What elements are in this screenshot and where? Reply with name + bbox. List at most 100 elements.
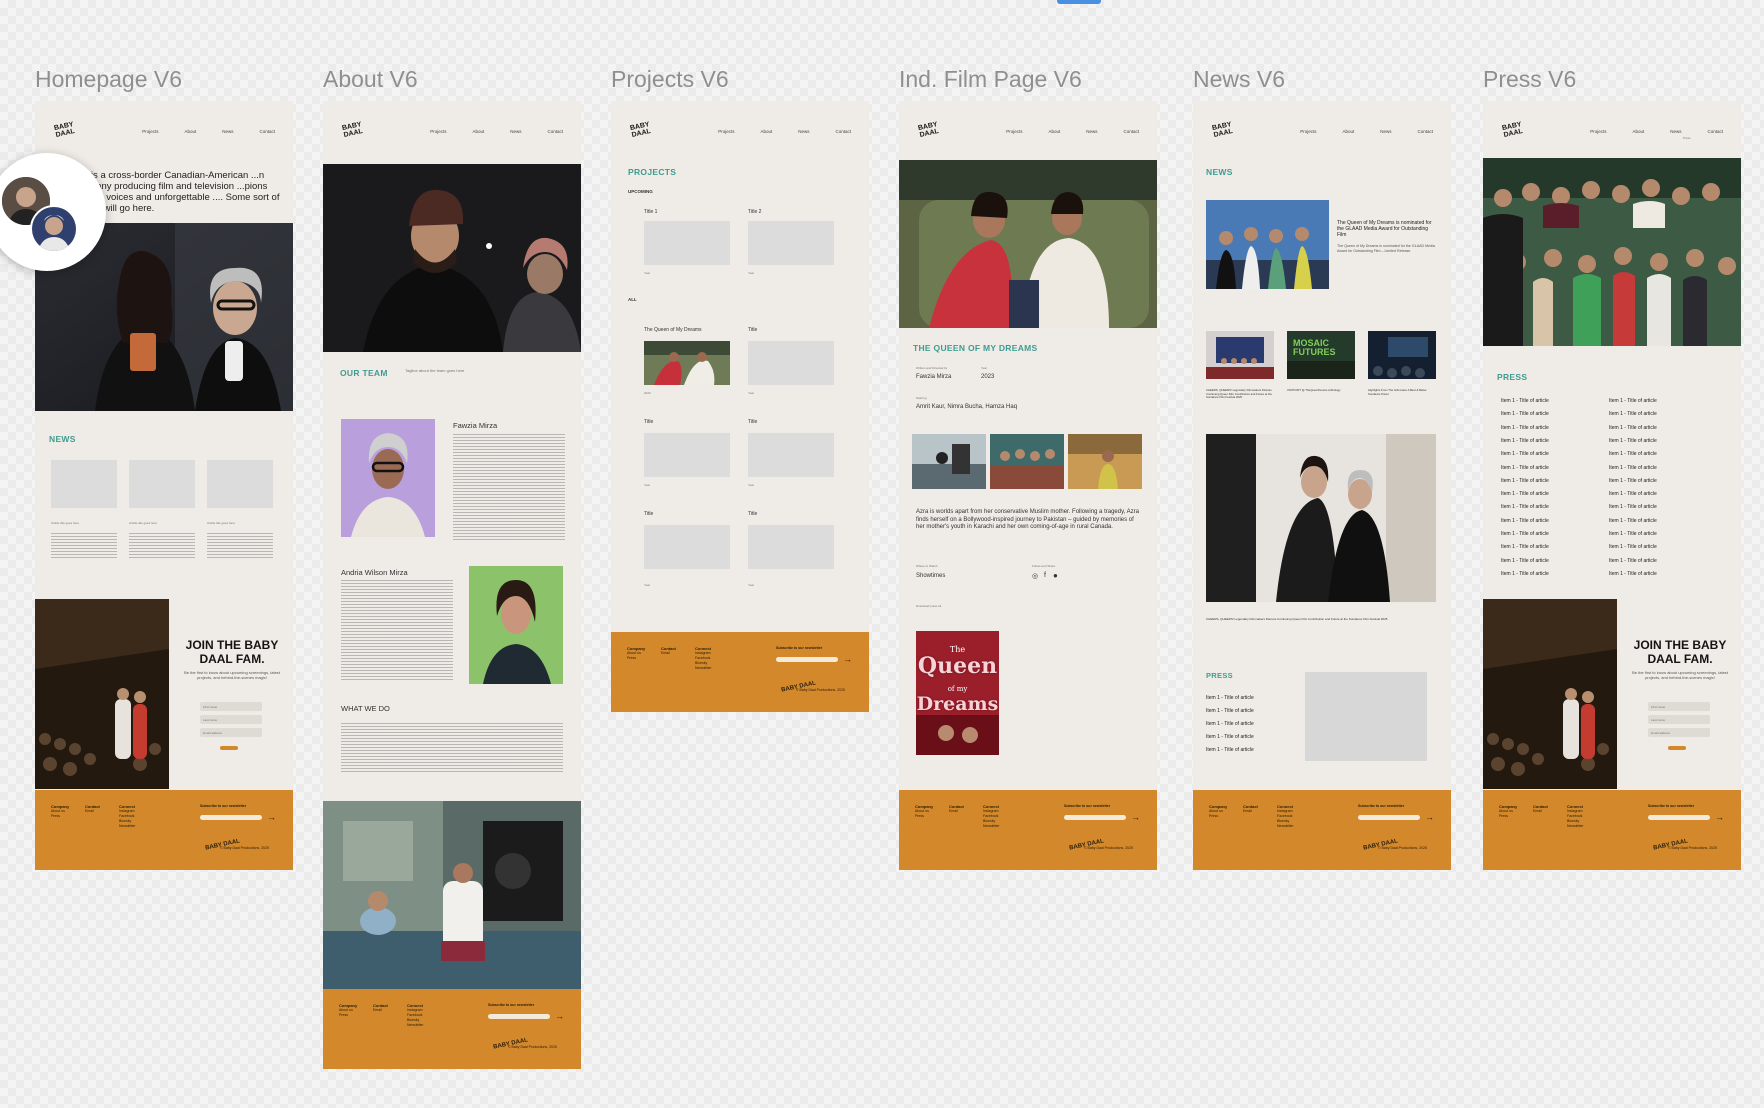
- press-article-item[interactable]: Item 1 - Title of article: [1609, 465, 1657, 471]
- brand-logo[interactable]: BABY DAAL: [629, 121, 652, 143]
- nav-about[interactable]: About: [760, 129, 772, 134]
- news-card-photo-3[interactable]: [1368, 331, 1436, 379]
- download-press-kit[interactable]: Download press kit: [916, 604, 941, 608]
- frame-press[interactable]: BABY DAAL Projects About News Contact Press …: [1483, 101, 1741, 870]
- arrow-right-icon[interactable]: →: [555, 1011, 564, 1021]
- press-article-item[interactable]: Item 1 - Title of article: [1609, 438, 1657, 444]
- nav-about[interactable]: About: [184, 129, 196, 134]
- footer-company-col[interactable]: Company About us Press: [915, 804, 933, 819]
- film-still-1[interactable]: [912, 434, 986, 489]
- press-article-item[interactable]: Item 1 - Title of article: [1501, 411, 1549, 417]
- press-article-item[interactable]: Item 1 - Title of article: [1501, 544, 1549, 550]
- footer-company-col[interactable]: Company About us Press: [1499, 804, 1517, 819]
- nav-news[interactable]: News: [1380, 129, 1391, 134]
- brand-logo[interactable]: BABY DAAL: [1211, 121, 1234, 143]
- press-article-item[interactable]: Item 1 - Title of article: [1609, 558, 1657, 564]
- film-still-2[interactable]: [990, 434, 1064, 489]
- footer-email-input[interactable]: [1358, 815, 1420, 820]
- news-card-image-1[interactable]: [51, 460, 117, 508]
- footer-contact-col[interactable]: Contact Email: [1243, 804, 1258, 814]
- arrow-right-icon[interactable]: →: [1715, 812, 1724, 822]
- news-press-item[interactable]: Item 1 - Title of article: [1206, 734, 1254, 740]
- project-title[interactable]: Title: [644, 511, 653, 517]
- press-article-item[interactable]: Item 1 - Title of article: [1501, 518, 1549, 524]
- news-wide-caption[interactable]: CHEERS, QUEERS! Legendary Filmmakers Dis…: [1206, 617, 1436, 621]
- avatar-2[interactable]: [30, 205, 78, 253]
- nav-projects[interactable]: Projects: [1300, 129, 1316, 134]
- news-featured-photo[interactable]: [1206, 200, 1329, 289]
- footer-company-col[interactable]: Company About us Press: [339, 1003, 357, 1018]
- email-field[interactable]: Email address: [200, 728, 262, 737]
- press-article-item[interactable]: Item 1 - Title of article: [1501, 504, 1549, 510]
- press-article-item[interactable]: Item 1 - Title of article: [1501, 438, 1549, 444]
- footer-contact-col[interactable]: Contact Email: [949, 804, 964, 814]
- press-article-item[interactable]: Item 1 - Title of article: [1501, 558, 1549, 564]
- press-article-item[interactable]: Item 1 - Title of article: [1609, 571, 1657, 577]
- press-article-item[interactable]: Item 1 - Title of article: [1609, 491, 1657, 497]
- news-press-item[interactable]: Item 1 - Title of article: [1206, 747, 1254, 753]
- nav-news[interactable]: News: [1086, 129, 1097, 134]
- footer-connect-col[interactable]: Connect Instagram Facebook Bluesky Newsle…: [983, 804, 1000, 829]
- project-title[interactable]: Title: [748, 327, 757, 333]
- nav-contact[interactable]: Contact: [835, 129, 851, 134]
- first-name-field[interactable]: First name: [1648, 702, 1710, 711]
- footer-connect-col[interactable]: Connect Instagram Facebook Bluesky Newsle…: [695, 646, 712, 671]
- footer-contact-col[interactable]: Contact Email: [661, 646, 676, 656]
- project-title-1[interactable]: Title 1: [644, 209, 657, 215]
- arrow-right-icon[interactable]: →: [843, 654, 852, 664]
- frame-title-homepage[interactable]: Homepage V6: [35, 66, 182, 93]
- footer-connect-col[interactable]: Connect Instagram Facebook Bluesky Newsle…: [407, 1003, 424, 1028]
- news-featured-title[interactable]: The Queen of My Dreams is nominated for …: [1337, 220, 1435, 238]
- facebook-icon[interactable]: f: [1044, 572, 1046, 579]
- brand-logo[interactable]: BABY DAAL: [341, 121, 364, 143]
- news-card-image-2[interactable]: [129, 460, 195, 508]
- frame-news[interactable]: BABY DAAL Projects About News Contact NEWS T…: [1193, 101, 1451, 870]
- news-card-photo-1[interactable]: [1206, 331, 1274, 379]
- press-article-item[interactable]: Item 1 - Title of article: [1501, 531, 1549, 537]
- member1-photo[interactable]: [341, 419, 435, 537]
- news-card-image-3[interactable]: [207, 460, 273, 508]
- project-thumb[interactable]: [644, 525, 730, 569]
- subscribe-button[interactable]: [1668, 746, 1686, 750]
- brand-logo[interactable]: BABY DAAL: [53, 121, 76, 143]
- press-article-item[interactable]: Item 1 - Title of article: [1609, 425, 1657, 431]
- footer-connect-col[interactable]: Connect Instagram Facebook Bluesky Newsle…: [119, 804, 136, 829]
- press-article-item[interactable]: Item 1 - Title of article: [1501, 478, 1549, 484]
- press-article-item[interactable]: Item 1 - Title of article: [1609, 544, 1657, 550]
- news-card-title-2[interactable]: UNITFORT @ TheQueerFutures Anthology: [1287, 388, 1355, 393]
- nav-contact[interactable]: Contact: [259, 129, 275, 134]
- project-title-2[interactable]: Title 2: [748, 209, 761, 215]
- nav-news[interactable]: News: [1670, 129, 1681, 134]
- project-title[interactable]: Title: [644, 419, 653, 425]
- news-press-item[interactable]: Item 1 - Title of article: [1206, 721, 1254, 727]
- instagram-icon[interactable]: ◎: [1032, 572, 1038, 580]
- nav-about[interactable]: About: [1342, 129, 1354, 134]
- share-icon[interactable]: ●: [1053, 571, 1058, 580]
- frame-title-news[interactable]: News V6: [1193, 66, 1285, 93]
- footer-contact-col[interactable]: Contact Email: [1533, 804, 1548, 814]
- footer-email-input[interactable]: [200, 815, 262, 820]
- press-article-item[interactable]: Item 1 - Title of article: [1501, 398, 1549, 404]
- nav-projects[interactable]: Projects: [1006, 129, 1022, 134]
- showtimes-link[interactable]: Showtimes: [916, 573, 945, 579]
- footer-connect-col[interactable]: Connect Instagram Facebook Bluesky Newsle…: [1567, 804, 1584, 829]
- footer-contact-col[interactable]: Contact Email: [373, 1003, 388, 1013]
- news-card-title-1[interactable]: CHEERS, QUEERS! Legendary Filmmakers Dis…: [1206, 388, 1274, 400]
- frame-projects[interactable]: BABY DAAL Projects About News Contact PROJEC…: [611, 101, 869, 712]
- news-card-title-3[interactable]: Article title goes here: [207, 521, 235, 525]
- last-name-field[interactable]: Last name: [200, 715, 262, 724]
- press-article-item[interactable]: Item 1 - Title of article: [1609, 398, 1657, 404]
- nav-about[interactable]: About: [472, 129, 484, 134]
- news-card-photo-2[interactable]: MOSAIC FUTURES: [1287, 331, 1355, 379]
- footer-email-input[interactable]: [488, 1014, 550, 1019]
- brand-logo[interactable]: BABY DAAL: [917, 121, 940, 143]
- nav-contact[interactable]: Contact: [1123, 129, 1139, 134]
- last-name-field[interactable]: Last name: [1648, 715, 1710, 724]
- project-thumb-1[interactable]: [644, 221, 730, 265]
- press-article-item[interactable]: Item 1 - Title of article: [1609, 478, 1657, 484]
- nav-about[interactable]: About: [1632, 129, 1644, 134]
- press-article-item[interactable]: Item 1 - Title of article: [1501, 465, 1549, 471]
- press-article-item[interactable]: Item 1 - Title of article: [1609, 504, 1657, 510]
- footer-company-col[interactable]: Company About us Press: [627, 646, 645, 661]
- frame-film[interactable]: BABY DAAL Projects About News Contact THE QU…: [899, 101, 1157, 870]
